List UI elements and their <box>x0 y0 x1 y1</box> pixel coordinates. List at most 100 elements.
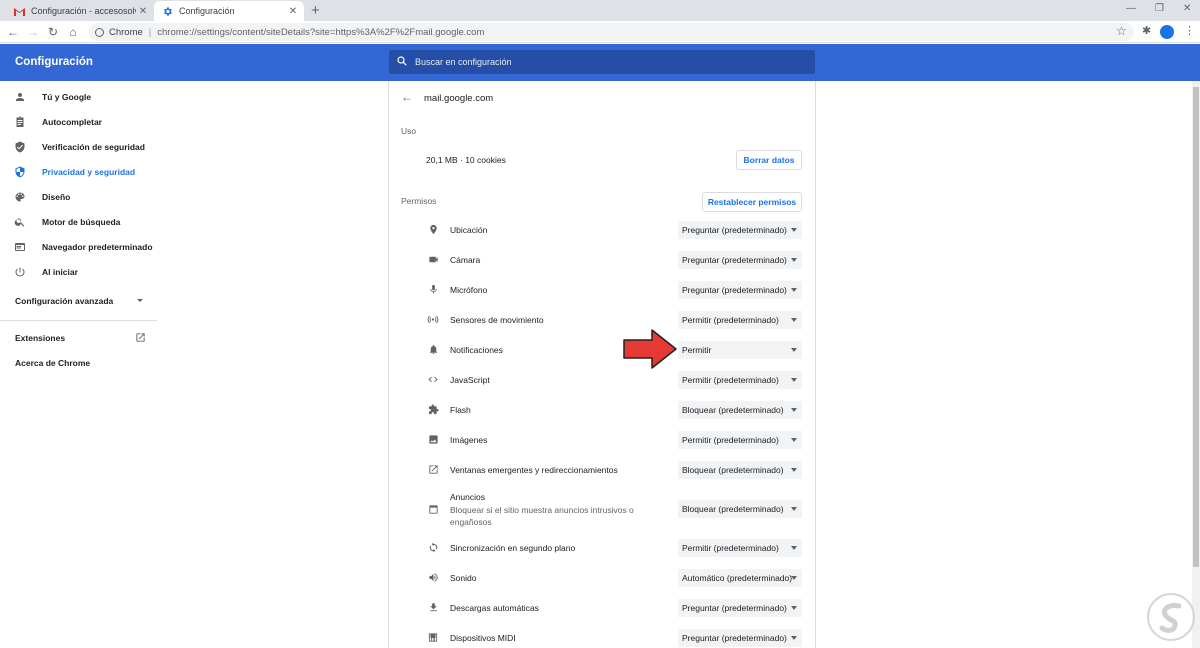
settings-header: Configuración <box>0 44 1200 81</box>
scrollbar-thumb[interactable] <box>1193 87 1199 567</box>
search-icon <box>0 216 42 228</box>
select-value: Permitir (predeterminado) <box>682 543 779 553</box>
extensions-icon[interactable]: ✱ <box>1142 24 1151 37</box>
sidebar-item-on-startup[interactable]: Al iniciar <box>0 259 157 284</box>
permission-select-images[interactable]: Permitir (predeterminado) <box>678 431 802 449</box>
sidebar-advanced[interactable]: Configuración avanzada <box>15 296 145 306</box>
new-tab-icon[interactable]: + <box>311 2 320 19</box>
select-value: Permitir (predeterminado) <box>682 375 779 385</box>
sidebar-item-default-browser[interactable]: Navegador predeterminado <box>0 234 157 259</box>
settings-search[interactable] <box>389 50 815 74</box>
permission-select-flash[interactable]: Bloquear (predeterminado) <box>678 401 802 419</box>
address-bar[interactable]: Chrome | chrome://settings/content/siteD… <box>89 23 1134 41</box>
red-arrow-annotation <box>623 329 677 369</box>
sidebar-item-privacy[interactable]: Privacidad y seguridad <box>0 159 157 184</box>
permission-select-popups[interactable]: Bloquear (predeterminado) <box>678 461 802 479</box>
permission-name: Sincronización en segundo plano <box>450 543 576 553</box>
dropdown-caret-icon <box>791 507 797 511</box>
sidebar-item-label: Motor de búsqueda <box>42 216 121 227</box>
permission-select-camera[interactable]: Preguntar (predeterminado) <box>678 251 802 269</box>
site-title: mail.google.com <box>424 93 494 104</box>
select-value: Permitir (predeterminado) <box>682 435 779 445</box>
tab-settings[interactable]: Configuración ✕ <box>154 1 304 21</box>
dropdown-caret-icon <box>791 438 797 442</box>
permission-select-notifications[interactable]: Permitir <box>678 341 802 359</box>
close-icon[interactable]: ✕ <box>286 6 300 17</box>
reload-icon[interactable]: ↻ <box>44 23 62 41</box>
sidebar-about-chrome[interactable]: Acerca de Chrome <box>15 358 90 368</box>
sidebar-item-you-and-google[interactable]: Tú y Google <box>0 84 157 109</box>
permission-row-midi: Dispositivos MIDI Preguntar (predetermin… <box>389 623 815 648</box>
permission-row-motion-sensors: Sensores de movimiento Permitir (predete… <box>389 305 815 335</box>
dropdown-caret-icon <box>791 258 797 262</box>
dropdown-caret-icon <box>791 318 797 322</box>
browser-toolbar: ← → ↻ ⌂ Chrome | chrome://settings/conte… <box>0 21 1200 43</box>
dropdown-caret-icon <box>791 288 797 292</box>
sidebar-item-label: Verificación de seguridad <box>42 141 145 152</box>
sidebar-extensions-label: Extensiones <box>15 333 66 343</box>
dropdown-caret-icon <box>791 636 797 640</box>
reset-permissions-button[interactable]: Restablecer permisos <box>702 192 802 212</box>
dropdown-caret-icon <box>791 228 797 232</box>
select-value: Preguntar (predeterminado) <box>682 633 787 643</box>
permission-name: Ubicación <box>450 225 488 235</box>
code-icon <box>427 373 439 385</box>
restore-icon[interactable]: ❐ <box>1155 3 1164 14</box>
home-icon[interactable]: ⌂ <box>64 23 82 41</box>
sidebar-item-appearance[interactable]: Diseño <box>0 184 157 209</box>
permission-select-sound[interactable]: Automático (predeterminado) <box>678 569 802 587</box>
sidebar-extensions[interactable]: Extensiones <box>15 333 147 343</box>
microphone-icon <box>427 283 439 295</box>
permission-row-auto-downloads: Descargas automáticas Preguntar (predete… <box>389 593 815 623</box>
clear-data-button[interactable]: Borrar datos <box>736 150 802 170</box>
close-window-icon[interactable]: ✕ <box>1183 3 1191 14</box>
permissions-label: Permisos <box>401 196 437 206</box>
tab-gmail-settings[interactable]: Configuración - accesosolvetic16 ✕ <box>6 1 154 21</box>
sidebar-item-autofill[interactable]: Autocompletar <box>0 109 157 134</box>
piano-icon <box>427 631 439 643</box>
permission-select-auto-downloads[interactable]: Preguntar (predeterminado) <box>678 599 802 617</box>
usage-label: Uso <box>401 126 417 136</box>
omnibox-separator: | <box>148 26 152 38</box>
permission-row-microphone: Micrófono Preguntar (predeterminado) <box>389 275 815 305</box>
minimize-icon[interactable]: — <box>1126 3 1136 14</box>
bell-icon <box>427 343 439 355</box>
permission-row-background-sync: Sincronización en segundo plano Permitir… <box>389 533 815 563</box>
permission-row-notifications: Notificaciones Permitir <box>389 335 815 365</box>
permission-select-location[interactable]: Preguntar (predeterminado) <box>678 221 802 239</box>
sidebar-divider <box>0 320 157 321</box>
sidebar-item-safety-check[interactable]: Verificación de seguridad <box>0 134 157 159</box>
back-arrow-icon[interactable]: ← <box>401 90 413 104</box>
sidebar-item-label: Al iniciar <box>42 266 78 277</box>
select-value: Automático (predeterminado) <box>682 573 793 583</box>
permission-select-motion-sensors[interactable]: Permitir (predeterminado) <box>678 311 802 329</box>
permission-row-flash: Flash Bloquear (predeterminado) <box>389 395 815 425</box>
more-menu-icon[interactable]: ⋮ <box>1184 24 1195 37</box>
permission-select-background-sync[interactable]: Permitir (predeterminado) <box>678 539 802 557</box>
select-value: Bloquear (predeterminado) <box>682 405 784 415</box>
sidebar-advanced-label: Configuración avanzada <box>15 296 114 306</box>
permission-select-midi[interactable]: Preguntar (predeterminado) <box>678 629 802 647</box>
dropdown-caret-icon <box>791 606 797 610</box>
shield-check-icon <box>0 141 42 153</box>
dropdown-caret-icon <box>791 408 797 412</box>
permission-select-microphone[interactable]: Preguntar (predeterminado) <box>678 281 802 299</box>
sidebar-item-search-engine[interactable]: Motor de búsqueda <box>0 209 157 234</box>
avatar[interactable] <box>1160 25 1174 39</box>
dropdown-caret-icon <box>791 378 797 382</box>
dropdown-caret-icon <box>791 546 797 550</box>
volume-icon <box>427 571 439 583</box>
bookmark-star-icon[interactable]: ☆ <box>1116 24 1127 38</box>
forward-icon[interactable]: → <box>24 23 42 41</box>
back-icon[interactable]: ← <box>4 23 22 41</box>
close-icon[interactable]: ✕ <box>136 6 150 17</box>
permission-name: JavaScript <box>450 375 490 385</box>
person-icon <box>0 91 42 103</box>
browser-icon <box>0 241 42 253</box>
permission-select-javascript[interactable]: Permitir (predeterminado) <box>678 371 802 389</box>
permission-select-ads[interactable]: Bloquear (predeterminado) <box>678 500 802 518</box>
dropdown-caret-icon <box>791 576 797 580</box>
sidebar-item-label: Privacidad y seguridad <box>42 166 136 177</box>
search-input[interactable] <box>415 57 795 67</box>
dropdown-caret-icon <box>791 348 797 352</box>
